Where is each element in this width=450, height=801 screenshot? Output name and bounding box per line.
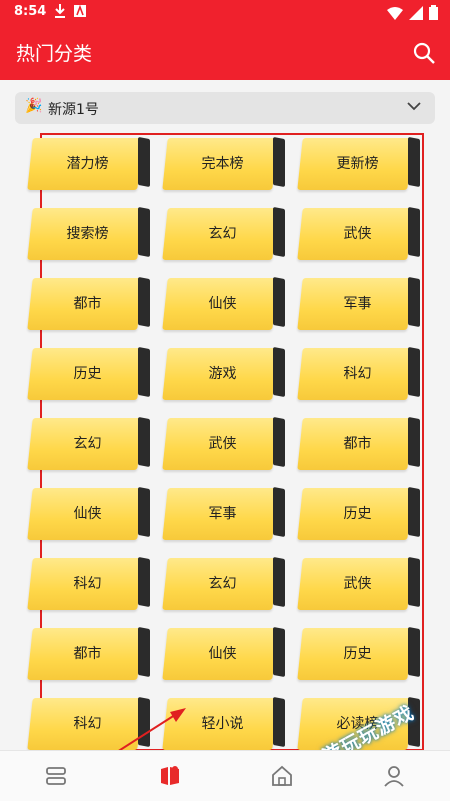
category-label: 历史	[343, 506, 372, 522]
source-selector[interactable]: 🎉 新源1号	[15, 92, 435, 124]
category-card[interactable]: 科幻	[297, 346, 420, 404]
category-card[interactable]: 军事	[297, 276, 420, 334]
category-card[interactable]: 仙侠	[162, 626, 285, 684]
category-card[interactable]: 更新榜	[297, 136, 420, 194]
category-label: 潜力榜	[66, 156, 109, 172]
category-card[interactable]: 科幻	[27, 696, 150, 754]
category-card[interactable]: 都市	[27, 276, 150, 334]
category-card[interactable]: 历史	[297, 486, 420, 544]
category-label: 玄幻	[208, 576, 237, 592]
category-label: 搜索榜	[66, 226, 109, 242]
home-nav-icon[interactable]	[270, 764, 294, 788]
wifi-icon	[387, 6, 403, 20]
party-icon: 🎉	[25, 98, 43, 114]
category-label: 仙侠	[73, 506, 102, 522]
category-card[interactable]: 都市	[27, 626, 150, 684]
category-label: 历史	[73, 366, 102, 382]
page-title: 热门分类	[16, 43, 93, 65]
download-icon	[55, 4, 65, 18]
category-label: 玄幻	[73, 436, 102, 452]
category-card[interactable]: 科幻	[27, 556, 150, 614]
category-label: 军事	[343, 296, 372, 312]
status-bar: 8:54	[0, 0, 450, 26]
category-card[interactable]: 武侠	[297, 206, 420, 264]
profile-nav-icon[interactable]	[382, 764, 406, 788]
search-icon[interactable]	[412, 41, 436, 65]
category-label: 科幻	[343, 366, 372, 382]
category-label: 科幻	[73, 576, 102, 592]
category-card[interactable]: 玄幻	[162, 206, 285, 264]
bookshelf-nav-icon[interactable]	[44, 764, 68, 788]
category-card[interactable]: 历史	[297, 626, 420, 684]
signal-icon	[409, 5, 423, 20]
category-label: 完本榜	[201, 156, 244, 172]
category-card[interactable]: 军事	[162, 486, 285, 544]
category-card[interactable]: 完本榜	[162, 136, 285, 194]
category-card[interactable]: 潜力榜	[27, 136, 150, 194]
bottom-nav	[0, 750, 450, 801]
category-label: 更新榜	[336, 156, 379, 172]
category-card[interactable]: 仙侠	[162, 276, 285, 334]
category-card[interactable]: 历史	[27, 346, 150, 404]
app-bar: 热门分类	[0, 26, 450, 80]
category-label: 都市	[73, 646, 102, 662]
category-card[interactable]: 搜索榜	[27, 206, 150, 264]
category-label: 都市	[343, 436, 372, 452]
chevron-down-icon[interactable]	[407, 101, 421, 111]
category-label: 武侠	[343, 576, 372, 592]
category-label: 武侠	[208, 436, 237, 452]
category-row: 潜力榜 完本榜 更新榜	[27, 136, 430, 194]
category-label: 仙侠	[208, 296, 237, 312]
battery-icon	[429, 5, 438, 20]
a-notification-icon	[74, 4, 86, 17]
category-card[interactable]: 玄幻	[27, 416, 150, 474]
category-row: 科幻 玄幻 武侠	[27, 556, 430, 614]
category-card[interactable]: 玄幻	[162, 556, 285, 614]
category-label: 科幻	[73, 716, 102, 732]
category-card[interactable]: 仙侠	[27, 486, 150, 544]
category-label: 军事	[208, 506, 237, 522]
category-card[interactable]: 武侠	[297, 556, 420, 614]
category-card[interactable]: 都市	[297, 416, 420, 474]
source-label: 新源1号	[48, 102, 99, 118]
category-card[interactable]: 轻小说	[162, 696, 285, 754]
category-label: 轻小说	[201, 716, 244, 732]
status-time: 8:54	[14, 4, 47, 19]
discover-nav-icon[interactable]	[158, 764, 182, 788]
category-label: 武侠	[343, 226, 372, 242]
category-label: 历史	[343, 646, 372, 662]
category-label: 游戏	[208, 366, 237, 382]
category-card[interactable]: 游戏	[162, 346, 285, 404]
category-row: 都市 仙侠 历史	[27, 626, 430, 684]
category-row: 历史 游戏 科幻	[27, 346, 430, 404]
category-card[interactable]: 武侠	[162, 416, 285, 474]
category-row: 搜索榜 玄幻 武侠	[27, 206, 430, 264]
category-row: 都市 仙侠 军事	[27, 276, 430, 334]
category-label: 仙侠	[208, 646, 237, 662]
category-row: 玄幻 武侠 都市	[27, 416, 430, 474]
category-label: 玄幻	[208, 226, 237, 242]
category-row: 仙侠 军事 历史	[27, 486, 430, 544]
category-label: 都市	[73, 296, 102, 312]
